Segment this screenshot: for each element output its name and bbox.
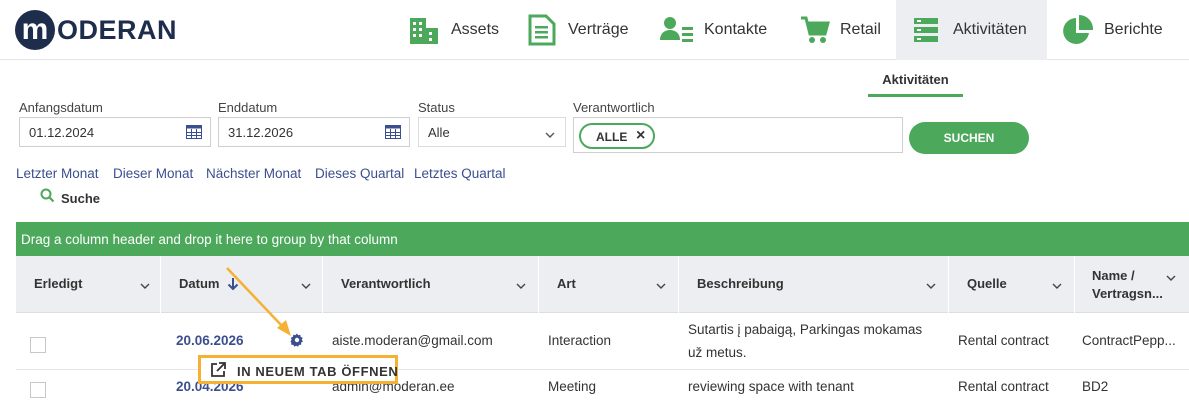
annotation-arrow <box>226 267 291 336</box>
open-in-new-tab-menu-item[interactable]: IN NEUEM TAB ÖFFNEN <box>198 355 398 384</box>
external-link-icon <box>209 361 227 382</box>
open-in-new-tab-label: IN NEUEM TAB ÖFFNEN <box>237 364 399 379</box>
